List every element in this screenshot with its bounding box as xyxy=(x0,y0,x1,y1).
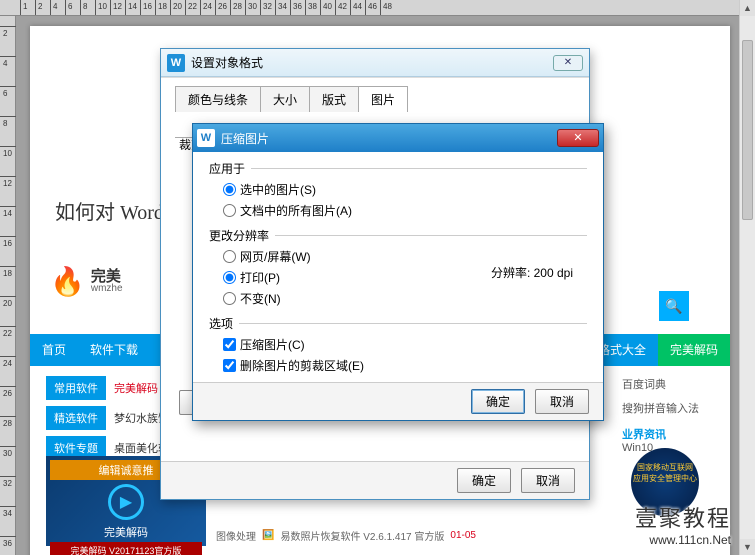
compress-cancel-button[interactable]: 取消 xyxy=(535,389,589,414)
vertical-scrollbar[interactable]: ▲ ▼ xyxy=(739,0,755,555)
apply-selected-label: 选中的图片(S) xyxy=(240,181,316,198)
search-icon: 🔍 xyxy=(665,298,682,315)
res-web-label: 网页/屏幕(W) xyxy=(240,248,311,265)
tag-featured[interactable]: 精选软件 xyxy=(46,406,106,430)
footer-name[interactable]: 易数照片恢复软件 V2.6.1.417 官方版 xyxy=(280,528,444,543)
compress-dialog-titlebar[interactable]: W 压缩图片 ✕ xyxy=(193,124,603,152)
opt-delcrop-check[interactable]: 删除图片的剪裁区域(E) xyxy=(223,355,587,376)
format-cancel-button[interactable]: 取消 xyxy=(521,468,575,493)
res-label: 分辨率: xyxy=(491,266,530,280)
compress-dialog-footer: 确定 取消 xyxy=(193,382,603,420)
search-button[interactable]: 🔍 xyxy=(659,291,689,321)
opt-compress-check[interactable]: 压缩图片(C) xyxy=(223,334,587,355)
side-buttons: 常用软件完美解码 精选软件梦幻水族馆 软件专题桌面美化软 xyxy=(46,376,169,466)
format-ok-button[interactable]: 确定 xyxy=(457,468,511,493)
nav-home[interactable]: 首页 xyxy=(30,334,78,366)
banner-title: 完美解码 xyxy=(50,524,202,540)
watermark-url: www.111cn.Net xyxy=(635,533,731,547)
format-dialog-titlebar[interactable]: W 设置对象格式 ✕ xyxy=(161,49,589,77)
right-link-1[interactable]: 百度词典 xyxy=(622,376,699,392)
banner-version: 完美解码 V20171123官方版 xyxy=(50,542,202,555)
footer-cat: 图像处理 xyxy=(216,528,256,543)
apply-to-label: 应用于 xyxy=(209,160,245,177)
nav-download[interactable]: 软件下载 xyxy=(78,334,150,366)
logo-en: wmzhe xyxy=(91,284,123,294)
tab-picture[interactable]: 图片 xyxy=(358,86,408,112)
res-print-label: 打印(P) xyxy=(240,269,280,286)
vertical-ruler[interactable]: 24681012141618202224262830323436 xyxy=(0,16,16,555)
footer-line: 图像处理 🖼️ 易数照片恢复软件 V2.6.1.417 官方版 01-05 xyxy=(216,528,699,543)
res-none-label: 不变(N) xyxy=(240,290,281,307)
res-value: 200 dpi xyxy=(534,266,573,280)
badge-l2: 应用安全管理中心 xyxy=(631,473,699,484)
flame-icon: 🔥 xyxy=(50,265,85,298)
nav-decode[interactable]: 完美解码 xyxy=(658,334,730,366)
format-dialog-footer: 确定 取消 xyxy=(161,461,589,499)
scroll-thumb[interactable] xyxy=(742,40,753,220)
options-label: 选项 xyxy=(209,315,233,332)
gallery-icon: 🖼️ xyxy=(262,530,274,541)
compress-dialog-body: 应用于 选中的图片(S) 文档中的所有图片(A) 更改分辨率 网页/屏幕(W) … xyxy=(193,152,603,382)
footer-date: 01-05 xyxy=(450,530,476,541)
res-none-radio[interactable]: 不变(N) xyxy=(223,288,587,309)
horizontal-ruler[interactable]: 1246810121416182022242628303234363840424… xyxy=(0,0,739,16)
tab-color-lines[interactable]: 颜色与线条 xyxy=(175,86,261,112)
apply-selected-radio[interactable]: 选中的图片(S) xyxy=(223,179,587,200)
badge-l1: 国家移动互联网 xyxy=(631,462,699,473)
tag-common[interactable]: 常用软件 xyxy=(46,376,106,400)
tab-size[interactable]: 大小 xyxy=(260,86,310,112)
wps-icon: W xyxy=(197,129,215,147)
compress-dialog-title: 压缩图片 xyxy=(221,130,269,147)
watermark-text: 壹聚教程 xyxy=(635,501,731,533)
apply-all-label: 文档中的所有图片(A) xyxy=(240,202,352,219)
right-news-header: 业界资讯 xyxy=(622,426,699,442)
apply-all-radio[interactable]: 文档中的所有图片(A) xyxy=(223,200,587,221)
right-link-2[interactable]: 搜狗拼音输入法 xyxy=(622,400,699,416)
watermark: 壹聚教程 www.111cn.Net xyxy=(635,501,731,547)
opt-delcrop-label: 删除图片的剪裁区域(E) xyxy=(240,357,364,374)
tab-layout[interactable]: 版式 xyxy=(309,86,359,112)
resolution-label: 更改分辨率 xyxy=(209,227,269,244)
play-icon: ▶ xyxy=(108,484,144,520)
resolution-readout: 分辨率: 200 dpi xyxy=(491,264,573,281)
close-icon[interactable]: ✕ xyxy=(553,55,583,71)
compress-picture-dialog: W 压缩图片 ✕ 应用于 选中的图片(S) 文档中的所有图片(A) 更改分辨率 … xyxy=(192,123,604,421)
scroll-down-arrow[interactable]: ▼ xyxy=(740,539,755,555)
side-r1-text[interactable]: 完美解码 xyxy=(114,380,158,396)
format-dialog-title: 设置对象格式 xyxy=(191,54,263,71)
scroll-up-arrow[interactable]: ▲ xyxy=(740,0,755,16)
compress-ok-button[interactable]: 确定 xyxy=(471,389,525,414)
close-icon[interactable]: ✕ xyxy=(557,129,599,147)
logo-cn: 完美 xyxy=(91,269,123,284)
opt-compress-label: 压缩图片(C) xyxy=(240,336,305,353)
wps-icon: W xyxy=(167,54,185,72)
